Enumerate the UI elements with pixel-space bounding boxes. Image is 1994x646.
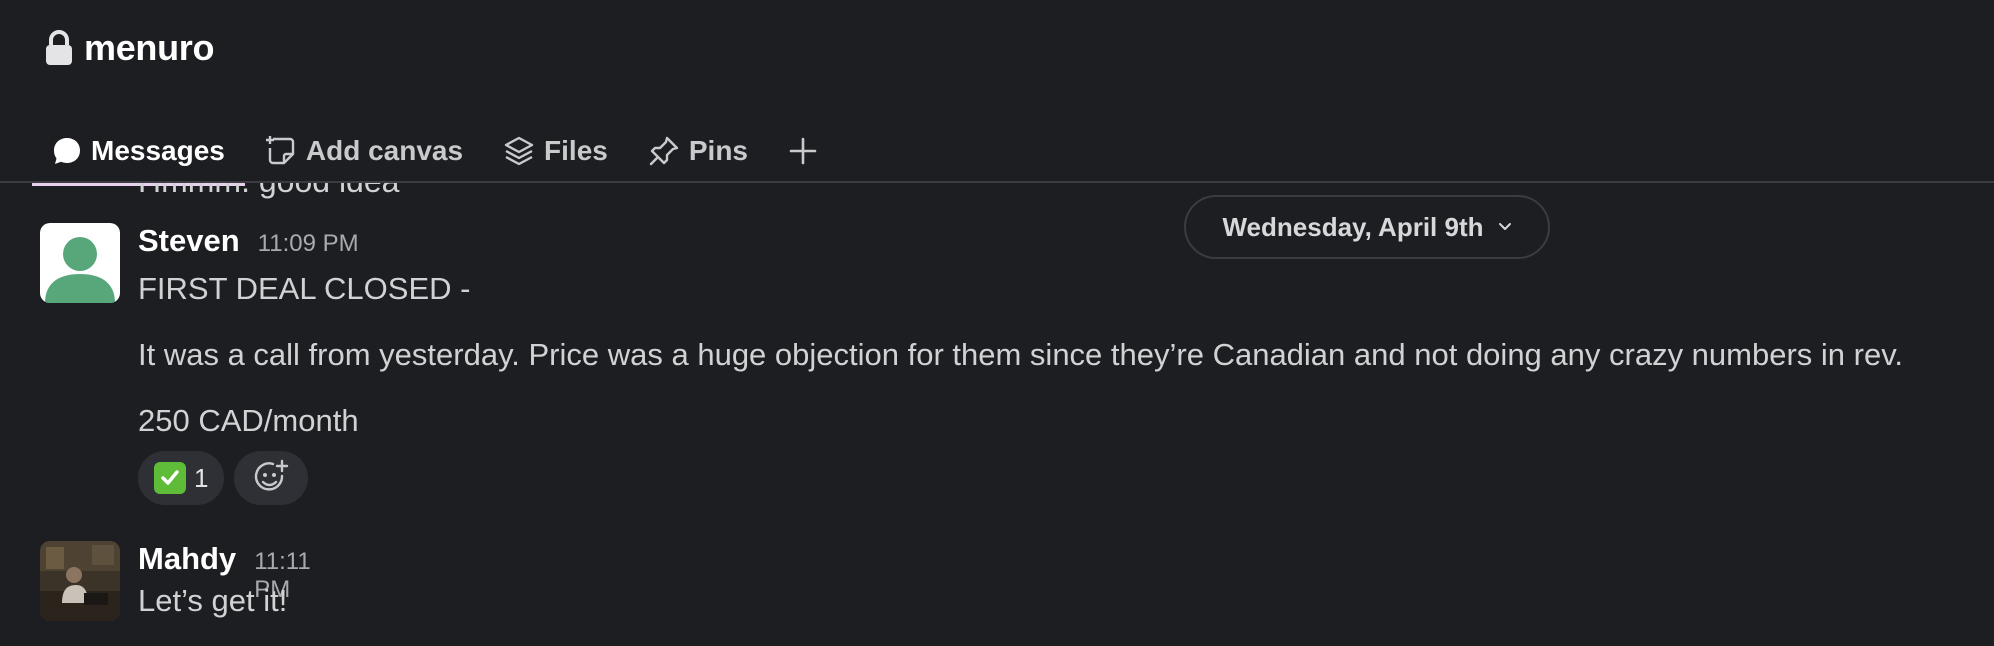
author-name[interactable]: Mahdy	[138, 541, 236, 577]
tab-messages[interactable]: Messages	[32, 118, 245, 186]
pin-icon	[649, 136, 679, 166]
timestamp[interactable]: 11:09 PM	[258, 230, 359, 258]
message-body: Steven 11:09 PM FIRST DEAL CLOSED - It w…	[138, 223, 1903, 505]
reactions-bar: 1	[138, 451, 1903, 505]
tab-label: Add canvas	[305, 135, 464, 166]
channel-name: menuro	[84, 27, 215, 68]
previous-message-peek: Hmmm. good idea	[40, 183, 399, 203]
message-text: It was a call from yesterday. Price was …	[138, 337, 1904, 372]
author-name[interactable]: Steven	[138, 223, 240, 259]
channel-view: menuro Messages Add canvas Files Pins We…	[0, 0, 1994, 646]
channel-tabs: Messages Add canvas Files Pins	[32, 118, 838, 186]
message-header: Mahdy 11:11 PM	[138, 541, 311, 603]
add-tab-button[interactable]	[768, 118, 838, 184]
message-text: Hmmm. good idea	[138, 183, 399, 200]
add-reaction-button[interactable]	[234, 451, 309, 505]
message-body: Mahdy 11:11 PM Let’s get it!	[138, 541, 311, 619]
reaction-count: 1	[194, 462, 209, 493]
avatar[interactable]	[40, 223, 120, 303]
tab-label: Files	[544, 135, 608, 166]
reaction-check-mark[interactable]: 1	[138, 451, 225, 505]
default-user-avatar-icon	[45, 237, 115, 303]
white-check-mark-icon	[154, 462, 186, 494]
message-bubble-icon	[54, 138, 80, 164]
message-text: FIRST DEAL CLOSED -	[138, 271, 471, 306]
plus-icon	[789, 137, 817, 165]
tab-label: Pins	[688, 135, 748, 166]
tab-label: Messages	[91, 135, 225, 166]
add-emoji-icon	[255, 459, 289, 491]
avatar[interactable]	[40, 541, 120, 621]
message-header: Steven 11:09 PM	[138, 223, 1903, 263]
tab-files[interactable]: Files	[483, 118, 628, 184]
message-list: Hmmm. good idea Wednesday, April 9th Ste…	[0, 183, 1994, 646]
channel-header[interactable]: menuro	[44, 26, 215, 70]
photo-avatar-icon	[40, 541, 120, 621]
message-text: 250 CAD/month	[138, 403, 359, 438]
message-text: Let’s get it!	[138, 583, 288, 618]
tab-add-canvas[interactable]: Add canvas	[245, 118, 483, 184]
canvas-icon	[265, 136, 295, 165]
layers-icon	[504, 136, 534, 166]
lock-icon	[46, 30, 72, 65]
tab-pins[interactable]: Pins	[628, 118, 768, 184]
